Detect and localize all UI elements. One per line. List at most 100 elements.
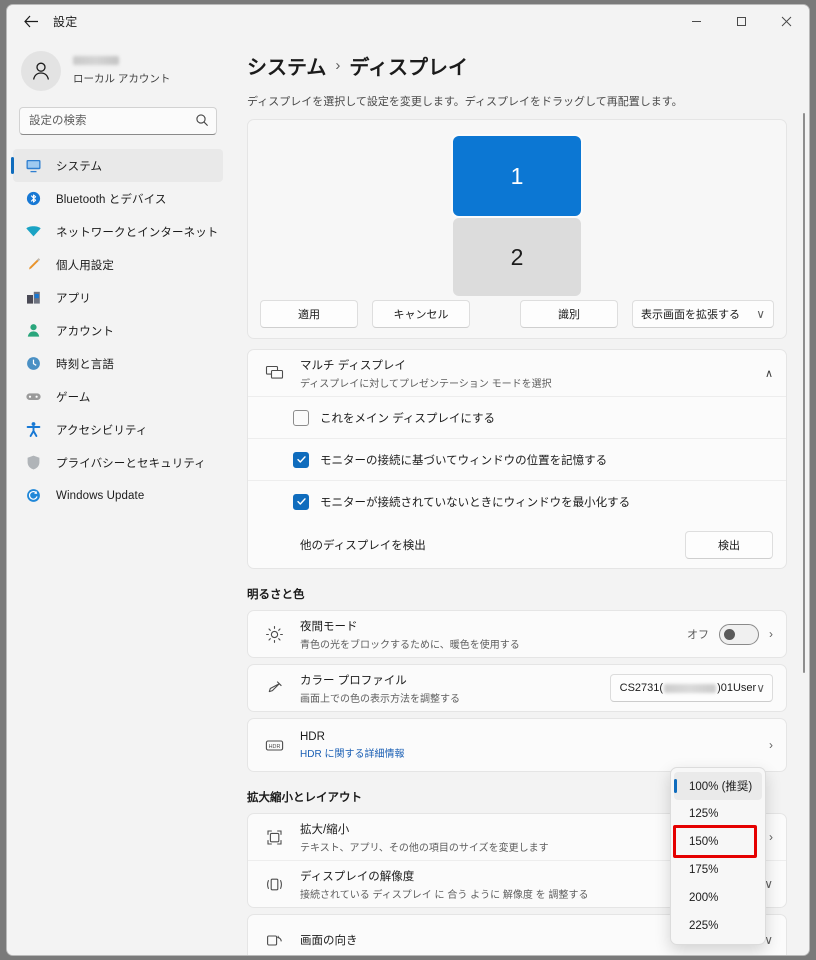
sidebar-item-label: システム (56, 160, 103, 173)
checkbox-row-minimize-windows[interactable]: モニターが接続されていないときにウィンドウを最小化する (248, 480, 786, 522)
back-arrow-icon (23, 15, 38, 27)
scale-option-200[interactable]: 200% (674, 884, 762, 912)
multi-display-header-row[interactable]: マルチ ディスプレイ ディスプレイに対してプレゼンテーション モードを選択 ∧ (248, 350, 786, 396)
page-subtitle: ディスプレイを選択して設定を変更します。ディスプレイをドラッグして再配置します。 (247, 96, 683, 108)
checkbox-label: これをメイン ディスプレイにする (320, 412, 496, 425)
identify-button[interactable]: 識別 (520, 300, 618, 328)
checkbox-row-remember-positions[interactable]: モニターの接続に基づいてウィンドウの位置を記憶する (248, 438, 786, 480)
search-container (19, 107, 217, 135)
detect-button[interactable]: 検出 (685, 531, 773, 559)
sidebar-item-label: 時刻と言語 (56, 358, 114, 371)
color-profile-row[interactable]: カラー プロファイル 画面上での色の表示方法を調整する CS2731( )01Us… (248, 665, 786, 711)
breadcrumb-root[interactable]: システム (247, 51, 326, 80)
multi-display-desc: ディスプレイに対してプレゼンテーション モードを選択 (300, 378, 552, 390)
night-mode-card: 夜間モード 青色の光をブロックするために、暖色を使用する オフ › (247, 610, 787, 658)
search-icon (195, 113, 209, 132)
hdr-row[interactable]: HDR HDR HDR に関する詳細情報 › (248, 719, 786, 771)
gamepad-icon (23, 387, 43, 407)
night-mode-text: 夜間モード 青色の光をブロックするために、暖色を使用する (300, 618, 687, 651)
color-profile-value-suffix: )01User (717, 682, 757, 694)
night-mode-row[interactable]: 夜間モード 青色の光をブロックするために、暖色を使用する オフ › (248, 611, 786, 657)
sidebar: ローカル アカウント システム (7, 37, 229, 955)
avatar (21, 51, 61, 91)
color-profile-desc: 画面上での色の表示方法を調整する (300, 693, 460, 705)
scrollbar[interactable] (799, 75, 809, 955)
close-button[interactable] (764, 5, 809, 37)
scale-option-175[interactable]: 175% (674, 856, 762, 884)
hdr-title: HDR (300, 730, 325, 743)
display-2-label: 2 (510, 243, 524, 270)
chevron-right-icon[interactable]: › (769, 738, 773, 752)
color-profile-value-redacted (664, 683, 717, 693)
color-profile-text: カラー プロファイル 画面上での色の表示方法を調整する (300, 672, 610, 705)
night-mode-toggle[interactable] (719, 623, 759, 645)
sidebar-item-accessibility[interactable]: アクセシビリティ (13, 413, 223, 446)
color-profile-value-prefix: CS2731( (619, 682, 664, 694)
cancel-button[interactable]: キャンセル (372, 300, 470, 328)
hdr-icon: HDR (262, 736, 286, 755)
display-1-label: 1 (510, 162, 524, 189)
monitor-icon (23, 156, 43, 176)
minimize-windows-checkbox[interactable] (293, 493, 309, 510)
scale-option-150[interactable]: 150% (674, 828, 762, 856)
account-icon (23, 321, 43, 341)
multi-display-text: マルチ ディスプレイ ディスプレイに対してプレゼンテーション モードを選択 (300, 357, 765, 390)
color-profile-dropdown[interactable]: CS2731()01User ∨ (609, 674, 773, 702)
chevron-right-icon[interactable]: › (769, 627, 773, 641)
multi-display-title: マルチ ディスプレイ (300, 359, 406, 372)
sidebar-item-network[interactable]: ネットワークとインターネット (13, 215, 223, 248)
detect-display-right: 検出 (685, 531, 773, 559)
resolution-icon (262, 875, 286, 894)
toggle-knob (724, 628, 735, 640)
main-display-checkbox[interactable] (293, 409, 309, 426)
search-input[interactable] (19, 107, 217, 135)
display-preview-2[interactable]: 2 (453, 218, 581, 296)
sidebar-item-apps[interactable]: アプリ (13, 281, 223, 314)
sidebar-item-system[interactable]: システム (11, 149, 223, 182)
scale-option-label: 150% (689, 836, 719, 848)
checkbox-label: モニターが接続されていないときにウィンドウを最小化する (320, 496, 631, 509)
sidebar-item-gaming[interactable]: ゲーム (13, 380, 223, 413)
sidebar-item-bluetooth[interactable]: Bluetooth とデバイス (13, 182, 223, 215)
sidebar-item-personalization[interactable]: 個人用設定 (13, 248, 223, 281)
checkbox-row-main-display[interactable]: これをメイン ディスプレイにする (248, 396, 786, 438)
person-icon (32, 62, 50, 80)
brightness-section-heading: 明るさと色 (247, 589, 305, 601)
checkbox-label: モニターの接続に基づいてウィンドウの位置を記憶する (320, 454, 608, 467)
apply-button[interactable]: 適用 (260, 300, 358, 328)
night-mode-desc: 青色の光をブロックするために、暖色を使用する (300, 639, 520, 651)
display-preview-1[interactable]: 1 (453, 136, 581, 216)
breadcrumb-current: ディスプレイ (349, 57, 469, 79)
sidebar-item-label: ネットワークとインターネット (56, 226, 219, 239)
minimize-button[interactable] (674, 5, 719, 37)
maximize-button[interactable] (719, 5, 764, 37)
sidebar-item-windows-update[interactable]: Windows Update (13, 479, 223, 512)
sidebar-item-label: ゲーム (56, 391, 91, 404)
remember-positions-checkbox[interactable] (293, 451, 309, 468)
hdr-link[interactable]: HDR に関する詳細情報 (300, 745, 769, 760)
scale-option-label: 125% (689, 808, 719, 820)
display-mode-value: 表示画面を拡張する (641, 309, 740, 321)
display-mode-dropdown[interactable]: 表示画面を拡張する ∨ (632, 300, 774, 328)
chevron-right-icon[interactable]: › (769, 830, 773, 844)
scale-option-125[interactable]: 125% (674, 800, 762, 828)
clock-icon (23, 354, 43, 374)
sun-icon (262, 625, 286, 644)
scale-option-label: 175% (689, 864, 719, 876)
sidebar-item-time-language[interactable]: 時刻と言語 (13, 347, 223, 380)
orientation-icon (262, 931, 286, 950)
sidebar-item-privacy-security[interactable]: プライバシーとセキュリティ (13, 446, 223, 479)
checkmark-icon (296, 498, 306, 505)
back-button[interactable] (15, 6, 47, 36)
night-mode-state: オフ (687, 629, 709, 641)
sidebar-item-label: Windows Update (56, 489, 145, 502)
chevron-up-icon[interactable]: ∧ (765, 367, 773, 380)
account-block[interactable]: ローカル アカウント (21, 51, 229, 91)
scale-option-225[interactable]: 225% (674, 912, 762, 940)
sidebar-item-accounts[interactable]: アカウント (13, 314, 223, 347)
sidebar-item-label: アカウント (56, 325, 114, 338)
detect-display-text: 他のディスプレイを検出 (300, 537, 685, 553)
scrollbar-thumb[interactable] (803, 113, 805, 673)
scale-option-100[interactable]: 100% (推奨) (674, 772, 762, 800)
hdr-text: HDR HDR に関する詳細情報 (300, 731, 769, 760)
